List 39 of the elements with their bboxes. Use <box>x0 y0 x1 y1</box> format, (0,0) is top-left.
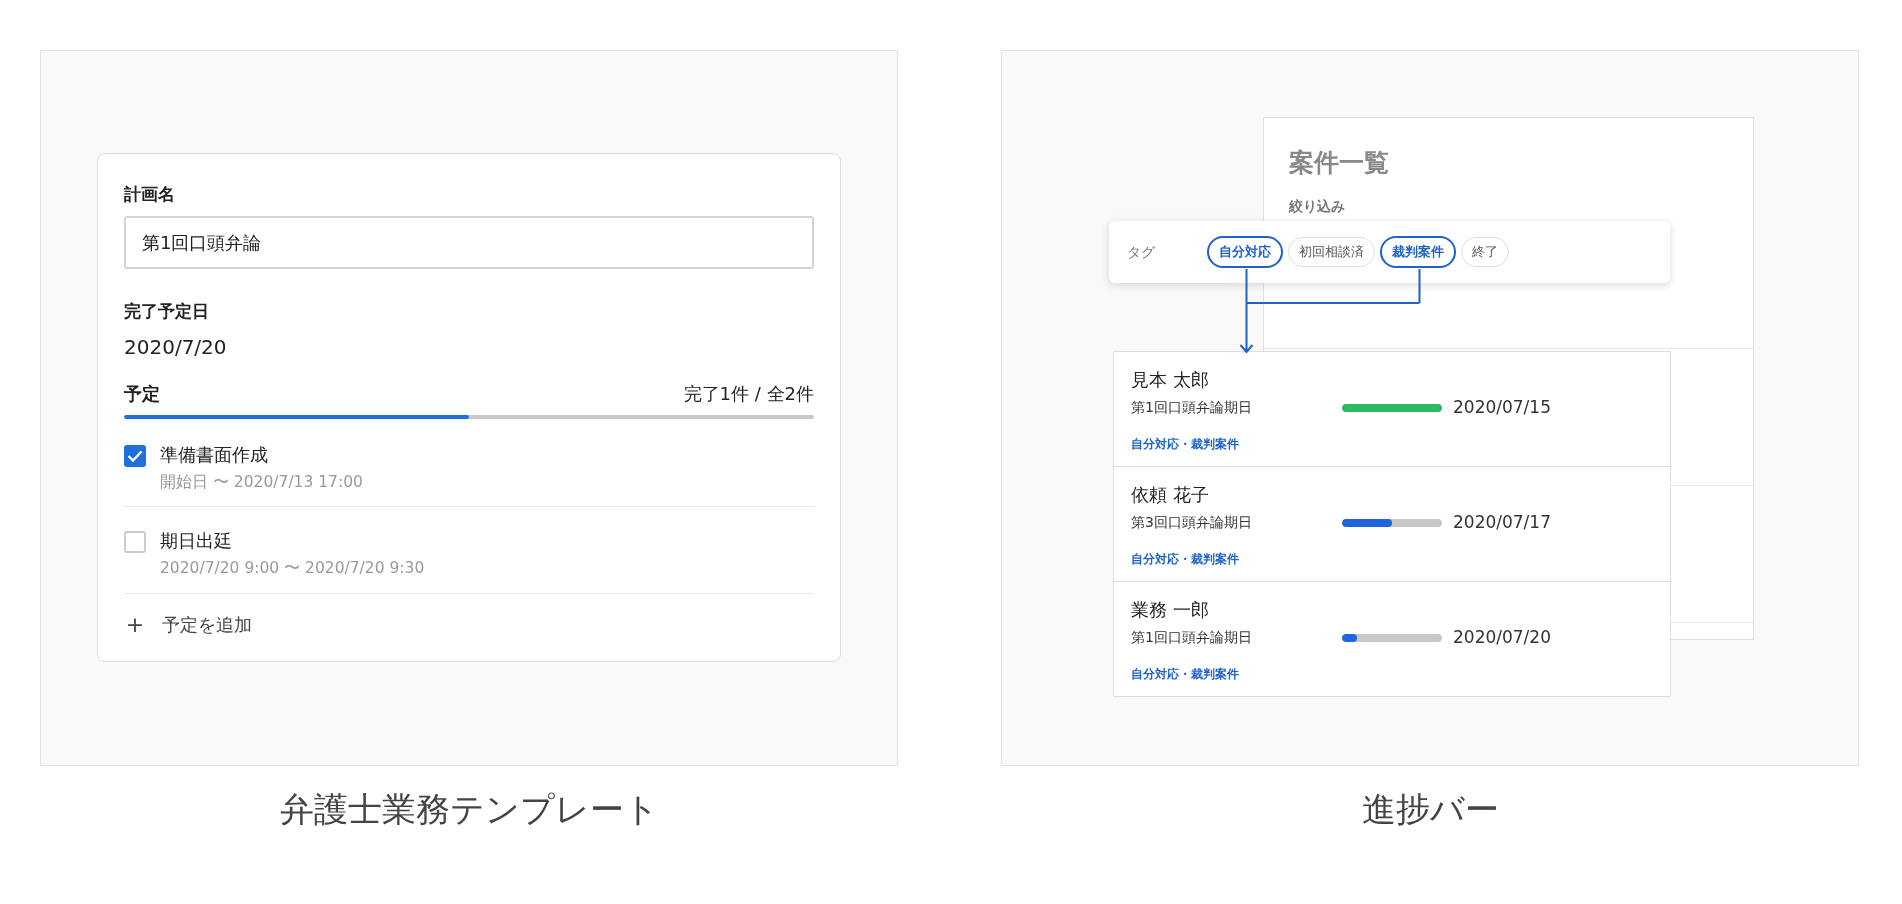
due-date: 2020/07/15 <box>1453 396 1551 419</box>
case-tags: 自分対応・裁判案件 <box>1131 549 1653 568</box>
schedule-title: 準備書面作成 <box>160 443 269 467</box>
section-label: 予定 <box>124 382 160 406</box>
field-label: 完了予定日 <box>124 299 210 323</box>
plus-icon: + <box>124 607 146 641</box>
plan-name-field[interactable]: 第1回口頭弁論 <box>124 215 814 269</box>
schedule-period: 2020/7/20 9:00 〜 2020/7/20 9:30 <box>160 558 425 580</box>
schedule-period: 開始日 〜 2020/7/13 17:00 <box>160 472 363 493</box>
add-label: 予定を追加 <box>162 612 252 637</box>
client-name: 業務 一郎 <box>1131 598 1210 622</box>
checkbox[interactable] <box>124 445 146 467</box>
client-name: 見本 太郎 <box>1131 368 1210 392</box>
case-card[interactable]: 業務 一郎 第1回口頭弁論期日 2020/07/20 自分対応・裁判案件 <box>1113 581 1671 697</box>
schedule-title: 期日出廷 <box>160 529 233 554</box>
case-card[interactable]: 見本 太郎 第1回口頭弁論期日 2020/07/15 自分対応・裁判案件 <box>1113 351 1671 467</box>
case-tags: 自分対応・裁判案件 <box>1131 664 1653 683</box>
add-schedule-link[interactable]: + 予定を追加 <box>124 605 814 641</box>
list-title: 案件一覧 <box>1289 147 1390 179</box>
event-name: 第1回口頭弁論期日 <box>1131 628 1253 648</box>
client-name: 依頼 花子 <box>1131 483 1210 507</box>
case-card[interactable]: 依頼 花子 第3回口頭弁論期日 2020/07/17 自分対応・裁判案件 <box>1113 466 1671 582</box>
filter-label: 絞り込み <box>1289 196 1346 216</box>
due-date: 2020/07/20 <box>1453 626 1551 649</box>
completion-count: 完了1件 / 全2件 <box>683 382 814 406</box>
tag-label: タグ <box>1127 242 1156 262</box>
event-name: 第1回口頭弁論期日 <box>1131 398 1253 418</box>
field-label: 計画名 <box>124 183 176 206</box>
tag-chip[interactable]: 自分対応 <box>1207 235 1283 269</box>
due-date: 2020/07/17 <box>1453 511 1551 534</box>
caption: 進捗バー <box>1361 788 1499 831</box>
caption: 弁護士業務テンプレート <box>279 788 659 831</box>
event-name: 第3回口頭弁論期日 <box>1131 513 1253 533</box>
due-date: 2020/7/20 <box>124 334 228 361</box>
tag-chip[interactable]: 裁判案件 <box>1380 235 1456 269</box>
checkbox[interactable] <box>124 531 146 554</box>
case-tags: 自分対応・裁判案件 <box>1131 434 1653 453</box>
tag-chip[interactable]: 終了 <box>1461 236 1509 268</box>
tag-chip[interactable]: 初回相談済 <box>1288 236 1375 268</box>
